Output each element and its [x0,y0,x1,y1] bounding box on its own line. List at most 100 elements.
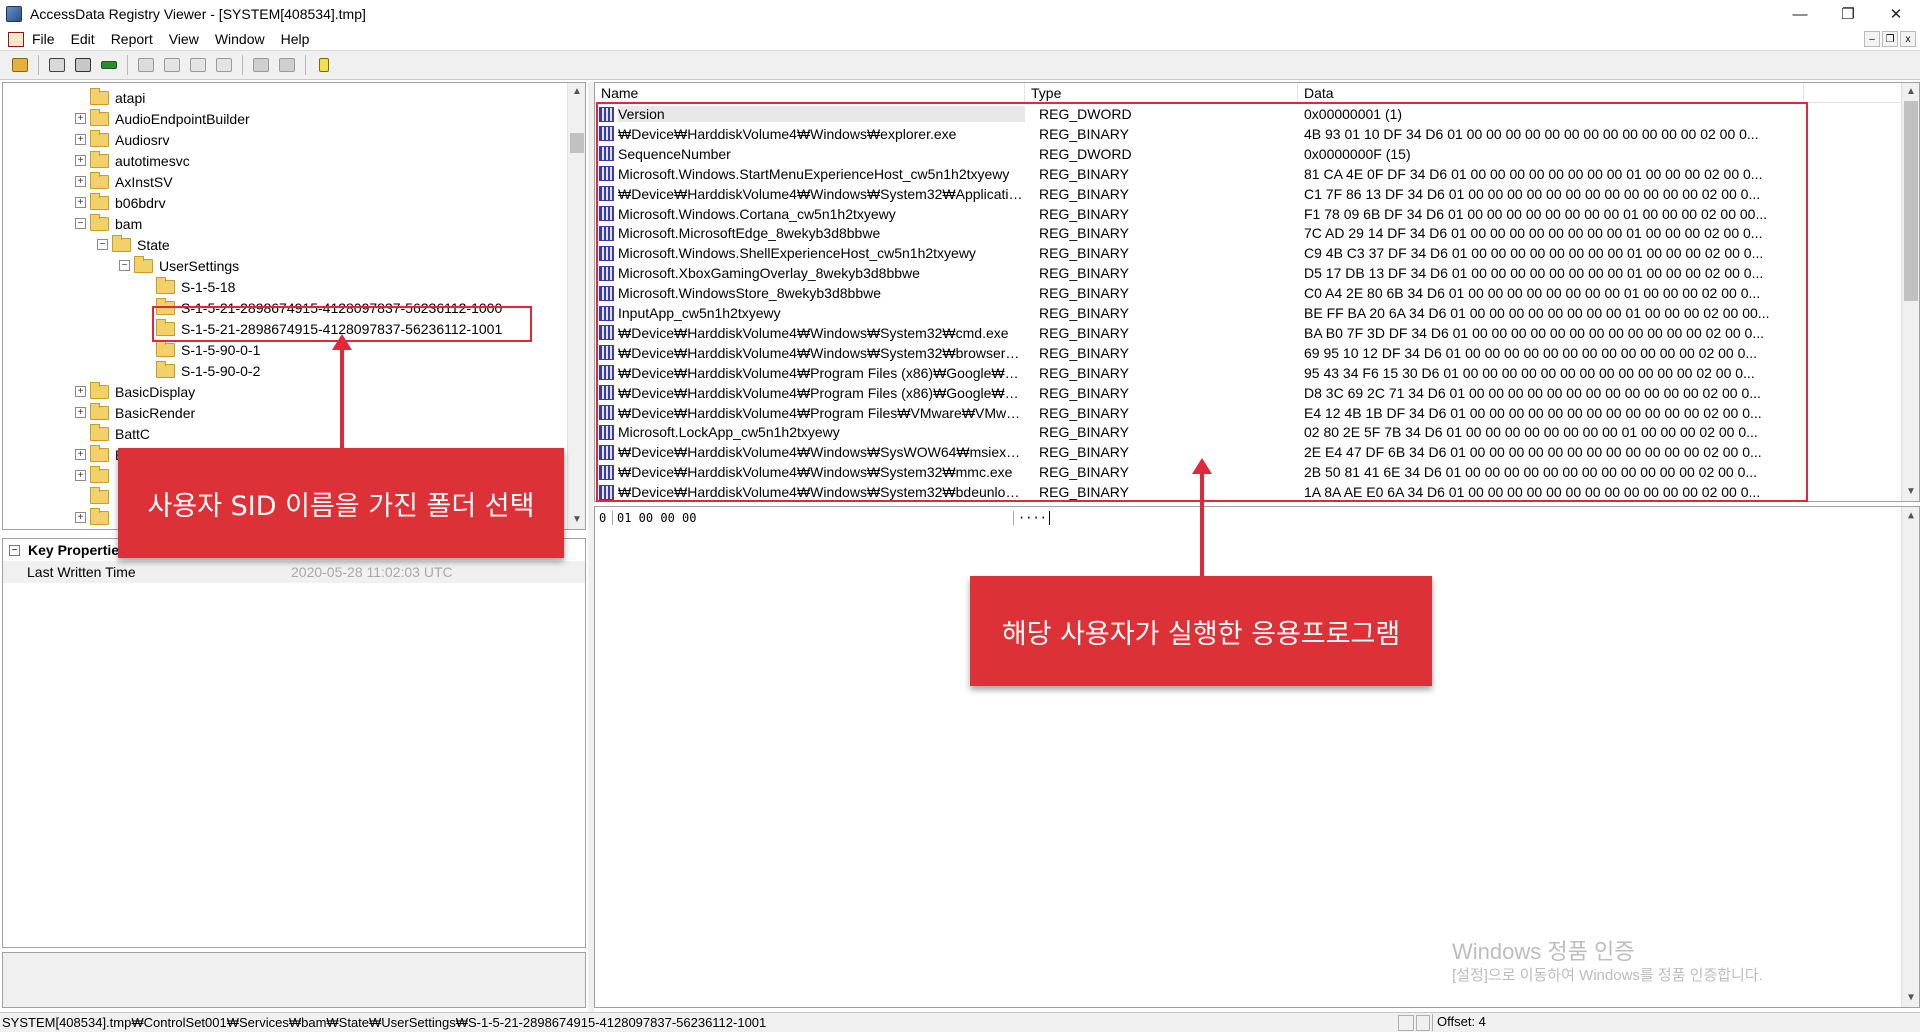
collapse-icon[interactable]: − [75,218,86,229]
expand-icon[interactable]: + [75,407,86,418]
tree-item[interactable]: + BasicRender [75,402,195,423]
minimize-button[interactable]: — [1776,0,1824,28]
print-button[interactable] [45,53,69,77]
scroll-up-icon[interactable]: ▲ [1902,507,1920,525]
report-add-button[interactable] [186,53,210,77]
properties-footer [2,952,586,1008]
mdi-restore-button[interactable]: ❐ [1882,31,1898,47]
folder-icon [90,171,109,189]
expand-icon[interactable]: + [75,113,86,124]
tree-item-label: Audiosrv [115,131,170,148]
tree-item[interactable]: + AudioEndpointBuilder [75,108,250,129]
tree-item[interactable]: − State [97,234,170,255]
hex-ascii: ···· [1013,511,1050,525]
help-button[interactable] [312,53,336,77]
expand-icon[interactable]: + [75,386,86,397]
tree-item[interactable]: + AxInstSV [75,171,173,192]
expand-icon[interactable]: + [75,512,86,523]
folder-icon [90,381,109,399]
collapse-icon[interactable]: − [9,544,20,556]
scroll-up-icon[interactable]: ▲ [568,83,585,101]
tree-item-label: b06bdrv [115,194,166,211]
column-header-name[interactable]: Name [595,83,1025,103]
menu-file[interactable]: File [24,31,63,47]
hex-offset: 0 [599,511,613,525]
collapse-icon[interactable]: − [97,239,108,250]
print-preview-icon [75,58,91,72]
menu-report[interactable]: Report [103,31,161,47]
expand-icon[interactable]: + [75,176,86,187]
list-header: Name Type Data [595,83,1902,103]
folder-icon [90,87,109,105]
expand-icon[interactable]: + [75,470,86,481]
tree-item-label: S-1-5-18 [181,278,236,295]
toolbar-separator [38,55,39,75]
list-scrollbar[interactable]: ▲ ▼ [1901,83,1919,501]
export-button[interactable] [134,53,158,77]
tree-item[interactable]: S-1-5-90-0-2 [141,360,260,381]
list-scroll-thumb[interactable] [1904,101,1918,301]
report-remove-button[interactable] [212,53,236,77]
open-button[interactable] [8,53,32,77]
report-button[interactable] [160,53,184,77]
folder-icon [90,213,109,231]
tree-item[interactable]: atapi [75,87,145,108]
report-add-icon [190,58,206,72]
tree-item[interactable] [75,486,115,507]
expand-icon[interactable]: + [75,134,86,145]
tree-item[interactable]: S-1-5-18 [141,276,235,297]
print-preview-button[interactable] [71,53,95,77]
tree-item[interactable]: + [75,507,115,528]
scroll-down-icon[interactable]: ▼ [1902,483,1919,501]
hex-scrollbar[interactable]: ▲ ▼ [1901,507,1919,1007]
tree-item[interactable]: − UserSettings [119,255,239,276]
property-value: 2020-05-28 11:02:03 UTC [291,564,453,580]
tree-item[interactable]: BattC [75,423,150,444]
close-button[interactable]: ✕ [1872,0,1920,28]
menu-edit[interactable]: Edit [63,31,103,47]
mdi-minimize-button[interactable]: – [1864,31,1880,47]
tree-item[interactable]: S-1-5-90-0-1 [141,339,260,360]
column-header-data[interactable]: Data [1298,83,1804,103]
mdi-close-button[interactable]: x [1900,31,1916,47]
title-bar: AccessData Registry Viewer - [SYSTEM[408… [0,0,1920,28]
folder-icon [156,339,175,357]
report-remove-icon [216,58,232,72]
folder-icon [112,234,131,252]
activation-watermark-title: Windows 정품 인증 [1452,939,1635,964]
folder-icon [90,192,109,210]
scroll-down-icon[interactable]: ▼ [1902,989,1920,1007]
tree-scroll-thumb[interactable] [570,133,584,153]
menu-window[interactable]: Window [207,31,273,47]
folder-icon [90,108,109,126]
tree-item[interactable]: + BasicDisplay [75,381,195,402]
collapse-icon[interactable]: − [119,260,130,271]
key-properties-title: Key Properties [28,542,127,558]
menu-view[interactable]: View [161,31,207,47]
arrow-line [1200,472,1204,576]
document-icon[interactable] [8,31,24,47]
expand-icon[interactable]: + [75,197,86,208]
window-title: AccessData Registry Viewer - [SYSTEM[408… [30,6,366,22]
scroll-down-icon[interactable]: ▼ [568,511,585,529]
tree-item[interactable]: + autotimesvc [75,150,190,171]
property-row[interactable]: Last Written Time 2020-05-28 11:02:03 UT… [3,561,585,583]
tree-item[interactable]: + [75,465,115,486]
scroll-up-icon[interactable]: ▲ [1902,83,1919,101]
column-header-type[interactable]: Type [1025,83,1298,103]
tree-item[interactable]: − bam [75,213,142,234]
tree-item-label: bam [115,215,143,232]
back-button[interactable] [275,53,299,77]
restore-button[interactable]: ❐ [1824,0,1872,28]
tree-scrollbar[interactable]: ▲ ▼ [567,83,585,529]
export-icon [138,58,154,72]
tree-item[interactable]: + Audiosrv [75,129,169,150]
key-button[interactable] [97,53,121,77]
menu-help[interactable]: Help [273,31,318,47]
tree-item-label: UserSettings [159,257,240,274]
tree-item[interactable]: + b06bdrv [75,192,166,213]
forward-button[interactable] [249,53,273,77]
expand-icon[interactable]: + [75,155,86,166]
key-icon [101,61,117,69]
expand-icon[interactable]: + [75,449,86,460]
